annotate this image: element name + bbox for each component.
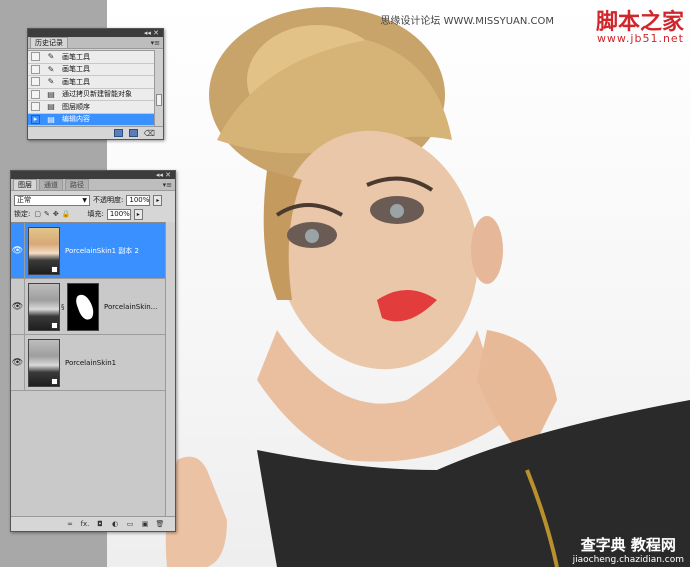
layer-name[interactable]: PorcelainSkin1 副本 2: [65, 246, 139, 256]
history-scrollbar[interactable]: [154, 50, 163, 127]
group-icon[interactable]: ▭: [125, 520, 135, 528]
opacity-label: 不透明度:: [93, 196, 124, 204]
history-snapshot-checkbox[interactable]: [31, 64, 40, 74]
history-panel[interactable]: ◂◂ ✕ 历史记录 ▾≡ ✎ 画笔工具 ✎ 画笔工具 ✎ 画笔工具 ▤ 通过拷贝…: [27, 28, 164, 140]
portrait-illustration: [165, 7, 690, 567]
layers-panel[interactable]: ◂◂ ✕ 图层 通道 路径 ▾≡ 正常 ▼ 不透明度: 100% ▸ 锁定: ▢…: [10, 170, 176, 532]
panel-menu-icon[interactable]: ▾≡: [163, 181, 172, 189]
add-mask-icon[interactable]: ◘: [95, 520, 105, 528]
panel-titlebar[interactable]: ◂◂ ✕: [28, 29, 163, 37]
collapse-icon[interactable]: ◂◂: [156, 171, 163, 179]
history-item[interactable]: ▤ 通过拷贝新建智能对象: [28, 89, 155, 101]
layer-row[interactable]: 👁 § PorcelainSkin...: [11, 279, 166, 335]
eye-icon[interactable]: 👁: [11, 223, 25, 278]
opacity-input[interactable]: 100%: [126, 194, 151, 206]
history-item[interactable]: ✎ 画笔工具: [28, 76, 155, 89]
watermark-small-text: 思缘设计论坛 WWW.MISSYUAN.COM: [380, 16, 554, 27]
watermark-bottom-url: jiaocheng.chazidian.com: [572, 555, 684, 565]
fill-slider-button[interactable]: ▸: [133, 208, 143, 220]
history-item-label: 画笔工具: [62, 52, 90, 61]
history-item-label: 编辑内容: [62, 115, 90, 124]
history-item-label: 通过拷贝新建智能对象: [62, 90, 132, 99]
tab-paths[interactable]: 路径: [65, 179, 89, 190]
tab-history[interactable]: 历史记录: [30, 37, 68, 48]
fx-icon[interactable]: fx.: [80, 520, 90, 528]
layers-tabs: 图层 通道 路径 ▾≡: [11, 179, 175, 191]
history-snapshot-checkbox[interactable]: [31, 52, 40, 62]
watermark-top: 思缘设计论坛 WWW.MISSYUAN.COM 脚本之家 www.jb51.ne…: [380, 4, 684, 45]
panel-menu-icon[interactable]: ▾≡: [151, 39, 160, 47]
layer-mask-thumbnail[interactable]: [67, 282, 99, 331]
brush-icon: ✎: [47, 64, 55, 74]
close-icon[interactable]: ✕: [153, 29, 159, 37]
smart-object-icon: [51, 377, 58, 385]
new-document-from-state-icon[interactable]: [113, 129, 123, 137]
watermark-bottom: 查字典 教程网 jiaocheng.chazidian.com: [573, 534, 684, 565]
lock-label: 锁定:: [14, 210, 31, 218]
lock-transparency-icon[interactable]: ▢: [34, 210, 41, 218]
watermark-url: www.jb51.net: [596, 32, 684, 45]
history-snapshot-checkbox[interactable]: [31, 77, 40, 87]
smart-object-icon: [51, 265, 58, 273]
layer-controls: 正常 ▼ 不透明度: 100% ▸ 锁定: ▢ ✎ ✥ 🔒 填充: 100% ▸: [11, 191, 175, 223]
adjustment-icon[interactable]: ◐: [110, 520, 120, 528]
blend-mode-select[interactable]: 正常 ▼: [14, 194, 90, 206]
chevron-down-icon: ▼: [82, 196, 87, 204]
panel-titlebar[interactable]: ◂◂ ✕: [11, 171, 175, 179]
trash-icon[interactable]: 🗑: [155, 520, 165, 528]
history-list: ✎ 画笔工具 ✎ 画笔工具 ✎ 画笔工具 ▤ 通过拷贝新建智能对象 ▤ 图层顺序…: [28, 50, 155, 127]
snapshot-icon[interactable]: [128, 129, 138, 137]
opacity-slider-button[interactable]: ▸: [153, 194, 163, 206]
trash-icon[interactable]: ⌫: [144, 129, 155, 138]
history-item-label: 画笔工具: [62, 65, 90, 74]
history-item[interactable]: ▤ 图层顺序: [28, 101, 155, 114]
history-brush-source-icon[interactable]: ▸: [31, 114, 40, 124]
history-item-selected[interactable]: ▸ ▤ 编辑内容: [28, 113, 155, 126]
tab-channels[interactable]: 通道: [39, 179, 63, 190]
document-icon: ▤: [47, 102, 55, 112]
eye-icon[interactable]: 👁: [11, 335, 25, 390]
lock-pixels-icon[interactable]: ✎: [44, 210, 50, 218]
history-item[interactable]: ✎ 画笔工具: [28, 64, 155, 76]
new-layer-icon[interactable]: ▣: [140, 520, 150, 528]
layer-list: 👁 PorcelainSkin1 副本 2 👁 § PorcelainSkin.…: [11, 222, 166, 518]
layer-name[interactable]: PorcelainSkin...: [104, 303, 157, 311]
layer-row[interactable]: 👁 PorcelainSkin1: [11, 335, 166, 391]
link-layers-icon[interactable]: ∞: [65, 520, 75, 528]
document-icon: ▤: [47, 89, 55, 99]
layer-name[interactable]: PorcelainSkin1: [65, 359, 116, 367]
lock-position-icon[interactable]: ✥: [53, 210, 59, 218]
layer-thumbnail[interactable]: [28, 226, 60, 275]
brush-icon: ✎: [47, 77, 55, 87]
history-item-label: 画笔工具: [62, 77, 90, 86]
mask-shape: [73, 291, 97, 322]
history-snapshot-checkbox[interactable]: [31, 102, 40, 112]
lock-all-icon[interactable]: 🔒: [62, 210, 71, 218]
close-icon[interactable]: ✕: [165, 171, 171, 179]
history-item[interactable]: ✎ 画笔工具: [28, 51, 155, 64]
tab-layers[interactable]: 图层: [13, 179, 37, 190]
scroll-thumb[interactable]: [156, 94, 162, 106]
layers-scrollbar[interactable]: [165, 222, 175, 518]
brush-icon: ✎: [47, 52, 55, 62]
layer-thumbnail[interactable]: [28, 282, 60, 331]
history-footer: ⌫: [28, 126, 163, 139]
fill-input[interactable]: 100%: [106, 208, 131, 220]
history-snapshot-checkbox[interactable]: [31, 89, 40, 99]
eye-icon[interactable]: 👁: [11, 279, 25, 334]
fill-label: 填充:: [87, 210, 104, 218]
document-icon: ▤: [47, 114, 55, 124]
history-tabs: 历史记录 ▾≡: [28, 37, 163, 49]
layer-thumbnail[interactable]: [28, 338, 60, 387]
smart-object-icon: [51, 321, 58, 329]
history-item-label: 图层顺序: [62, 102, 90, 111]
collapse-icon[interactable]: ◂◂: [144, 29, 151, 37]
layer-row[interactable]: 👁 PorcelainSkin1 副本 2: [11, 223, 166, 279]
blend-mode-value: 正常: [17, 195, 31, 204]
layers-footer: ∞ fx. ◘ ◐ ▭ ▣ 🗑: [11, 516, 175, 531]
watermark-bottom-brand: 查字典 教程网: [580, 536, 676, 554]
